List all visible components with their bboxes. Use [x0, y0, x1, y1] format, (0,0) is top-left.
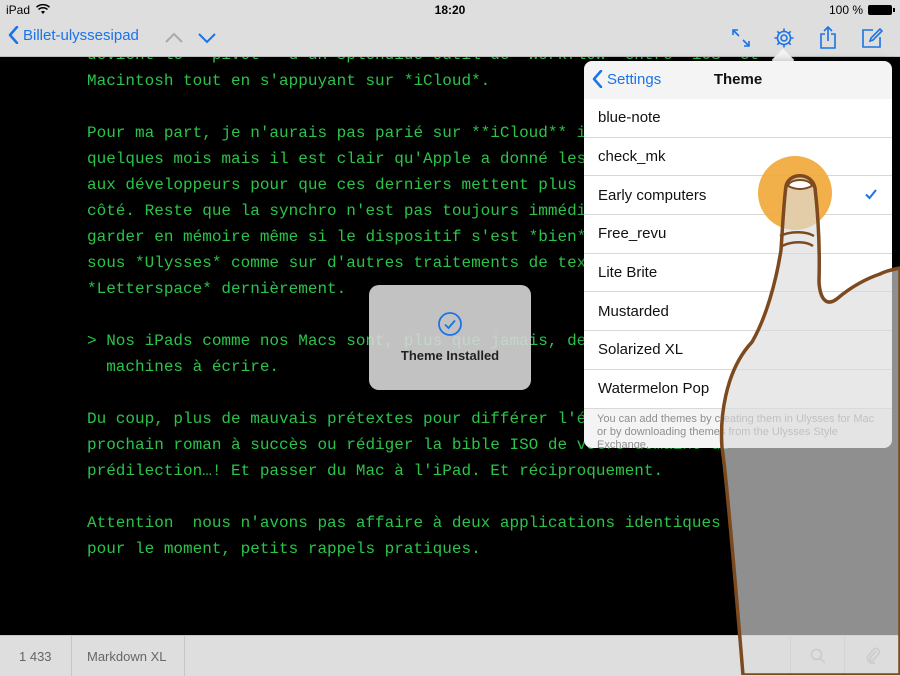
theme-item-blue-note[interactable]: blue-note	[584, 99, 892, 138]
back-button[interactable]: Billet-ulyssesipad	[8, 26, 139, 44]
markup-label: Markdown XL	[87, 648, 167, 664]
attachment-button[interactable]	[845, 636, 900, 676]
word-count-button[interactable]: 1 433	[0, 636, 72, 676]
theme-name: Lite Brite	[598, 264, 658, 282]
chevron-down-icon	[198, 33, 216, 44]
theme-item-solarized-xl[interactable]: Solarized XL	[584, 331, 892, 370]
checkmark-icon	[865, 189, 877, 200]
theme-item-check-mk[interactable]: check_mk	[584, 138, 892, 177]
markup-button[interactable]: Markdown XL	[72, 636, 185, 676]
fullscreen-button[interactable]	[727, 24, 755, 52]
theme-name: Solarized XL	[598, 341, 684, 359]
theme-item-mustarded[interactable]: Mustarded	[584, 292, 892, 332]
theme-name: Mustarded	[598, 302, 669, 320]
status-bar: iPad 18:20 100 %	[0, 0, 900, 20]
compose-button[interactable]	[858, 24, 886, 52]
theme-name: Watermelon Pop	[598, 380, 710, 398]
theme-item-lite-brite[interactable]: Lite Brite	[584, 254, 892, 293]
theme-item-early-computers[interactable]: Early computers	[584, 176, 892, 216]
theme-name: blue-note	[598, 109, 661, 127]
gear-icon	[774, 28, 794, 48]
hud-message: Theme Installed	[400, 348, 500, 363]
theme-name: check_mk	[598, 148, 666, 166]
share-icon	[820, 26, 836, 49]
battery-percent: 100 %	[828, 3, 863, 17]
share-button[interactable]	[814, 24, 842, 52]
previous-button[interactable]	[160, 24, 188, 52]
popover-footnote: You can add themes by creating them in U…	[597, 413, 875, 448]
paperclip-icon	[866, 647, 880, 664]
word-count: 1 433	[19, 648, 52, 664]
theme-item-free-revu[interactable]: Free_revu	[584, 215, 892, 254]
status-right: 100 %	[828, 3, 895, 17]
next-button[interactable]	[193, 24, 221, 52]
toolbar: Billet-ulyssesipad	[0, 20, 900, 57]
popover-title: Theme	[713, 71, 763, 88]
theme-item-watermelon-pop[interactable]: Watermelon Pop	[584, 370, 892, 409]
theme-popover: Settings Theme blue-note check_mk Early …	[584, 61, 892, 448]
chevron-left-icon	[8, 26, 19, 44]
theme-name: Early computers	[598, 186, 707, 204]
search-button[interactable]	[790, 636, 845, 676]
compose-icon	[862, 27, 883, 48]
theme-name: Free_revu	[598, 225, 667, 243]
theme-installed-hud: Theme Installed	[369, 285, 531, 390]
theme-list: blue-note check_mk Early computers Free_…	[584, 99, 892, 409]
expand-icon	[732, 29, 750, 47]
popover-header: Settings Theme	[584, 61, 892, 100]
settings-button[interactable]	[770, 24, 798, 52]
battery-icon	[868, 5, 895, 15]
chevron-up-icon	[165, 32, 183, 43]
checkmark-circle-icon	[438, 312, 462, 336]
search-icon	[810, 648, 826, 664]
status-time: 18:20	[434, 3, 466, 17]
footer-bar: 1 433 Markdown XL	[0, 635, 900, 676]
back-label: Billet-ulyssesipad	[23, 26, 139, 44]
